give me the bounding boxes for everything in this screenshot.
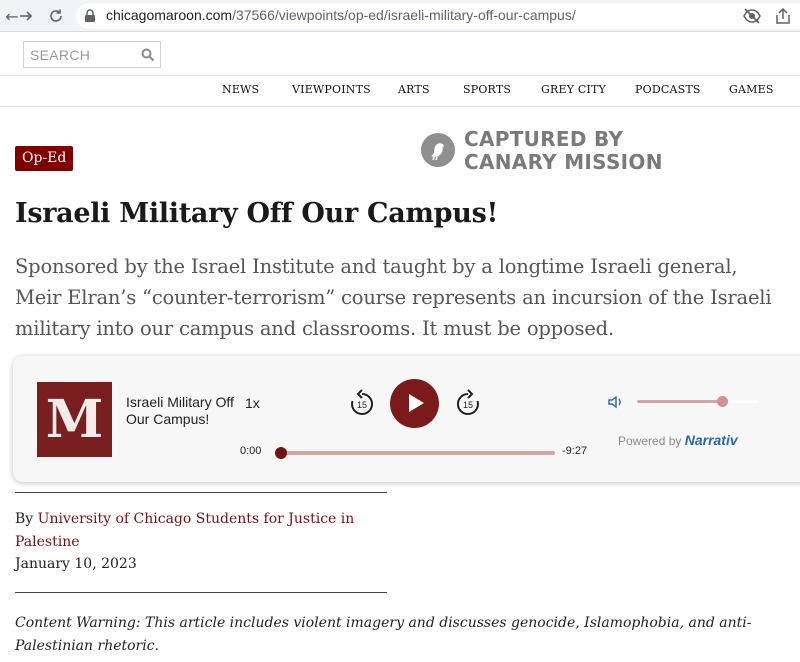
byline-divider-bottom	[15, 592, 387, 593]
captured-line2: CANARY MISSION	[464, 150, 663, 174]
browser-toolbar: ← chicagomaroon.com/37566/viewpoints/op-…	[0, 0, 800, 32]
search-input[interactable]	[24, 42, 136, 67]
nav-grey-city[interactable]: GREY CITY	[541, 83, 606, 96]
address-bar[interactable]: chicagomaroon.com/37566/viewpoints/op-ed…	[76, 3, 800, 29]
nav-viewpoints[interactable]: VIEWPOINTS	[292, 83, 371, 96]
category-tag[interactable]: Op-Ed	[15, 146, 74, 171]
nav-divider	[0, 106, 800, 107]
byline-prefix: By	[15, 511, 38, 527]
speed-button[interactable]: 1x	[245, 395, 260, 411]
player-title: Israeli Military Off Our Campus!	[126, 394, 234, 427]
time-current: 0:00	[240, 445, 262, 457]
canary-mission-text: CAPTURED BY CANARY MISSION	[464, 128, 663, 174]
lock-icon[interactable]	[84, 9, 96, 23]
site-search	[23, 41, 161, 68]
article-title: Israeli Military Off Our Campus!	[15, 198, 499, 229]
publish-date: January 10, 2023	[15, 556, 137, 572]
powered-by-label: Powered by	[618, 434, 682, 448]
nav-podcasts[interactable]: PODCASTS	[635, 83, 701, 96]
content-warning: Content Warning: This article includes v…	[15, 615, 752, 654]
volume-fill	[637, 400, 722, 403]
maroon-logo: M	[37, 382, 112, 457]
url-text[interactable]: chicagomaroon.com/37566/viewpoints/op-ed…	[106, 7, 576, 23]
canary-mission-stamp: CAPTURED BY CANARY MISSION	[421, 128, 681, 174]
progress-bar[interactable]	[275, 447, 555, 459]
play-button[interactable]	[390, 379, 439, 428]
nav-arts[interactable]: ARTS	[398, 83, 430, 96]
forward-icon[interactable]	[14, 4, 38, 28]
article-dek: Sponsored by the Israel Institute and ta…	[15, 255, 772, 340]
nav-sports[interactable]: SPORTS	[463, 83, 511, 96]
volume-knob[interactable]	[716, 396, 728, 407]
url-host: chicagomaroon.com	[106, 7, 233, 23]
volume-slider[interactable]	[637, 396, 758, 407]
canary-bird-icon	[421, 133, 455, 167]
eye-off-icon[interactable]	[742, 6, 762, 26]
nav-games[interactable]: GAMES	[729, 83, 774, 96]
byline: By University of Chicago Students for Ju…	[15, 508, 385, 554]
nav-news[interactable]: NEWS	[222, 83, 259, 96]
url-path: /37566/viewpoints/op-ed/israeli-military…	[232, 7, 576, 23]
skip-back-label: 15	[357, 400, 367, 410]
byline-divider-top	[15, 492, 387, 493]
skip-forward-icon[interactable]: 15	[453, 389, 483, 419]
author-link[interactable]: University of Chicago Students for Justi…	[15, 511, 354, 550]
logo-letter: M	[45, 389, 104, 450]
captured-line1: CAPTURED BY	[464, 127, 624, 151]
volume-icon[interactable]	[607, 393, 625, 411]
search-icon[interactable]	[140, 47, 156, 63]
audio-player: M Israeli Military Off Our Campus! 1x 15…	[13, 356, 800, 482]
powered-by: Powered by Narrativ	[618, 432, 738, 448]
narrativ-logo[interactable]: Narrativ	[685, 432, 738, 448]
reload-icon[interactable]	[44, 4, 68, 28]
skip-forward-label: 15	[463, 400, 473, 410]
time-remaining: -9:27	[562, 445, 588, 457]
header-divider	[0, 75, 800, 76]
progress-knob[interactable]	[275, 447, 287, 459]
share-icon[interactable]	[773, 6, 793, 26]
skip-back-icon[interactable]: 15	[347, 389, 377, 419]
